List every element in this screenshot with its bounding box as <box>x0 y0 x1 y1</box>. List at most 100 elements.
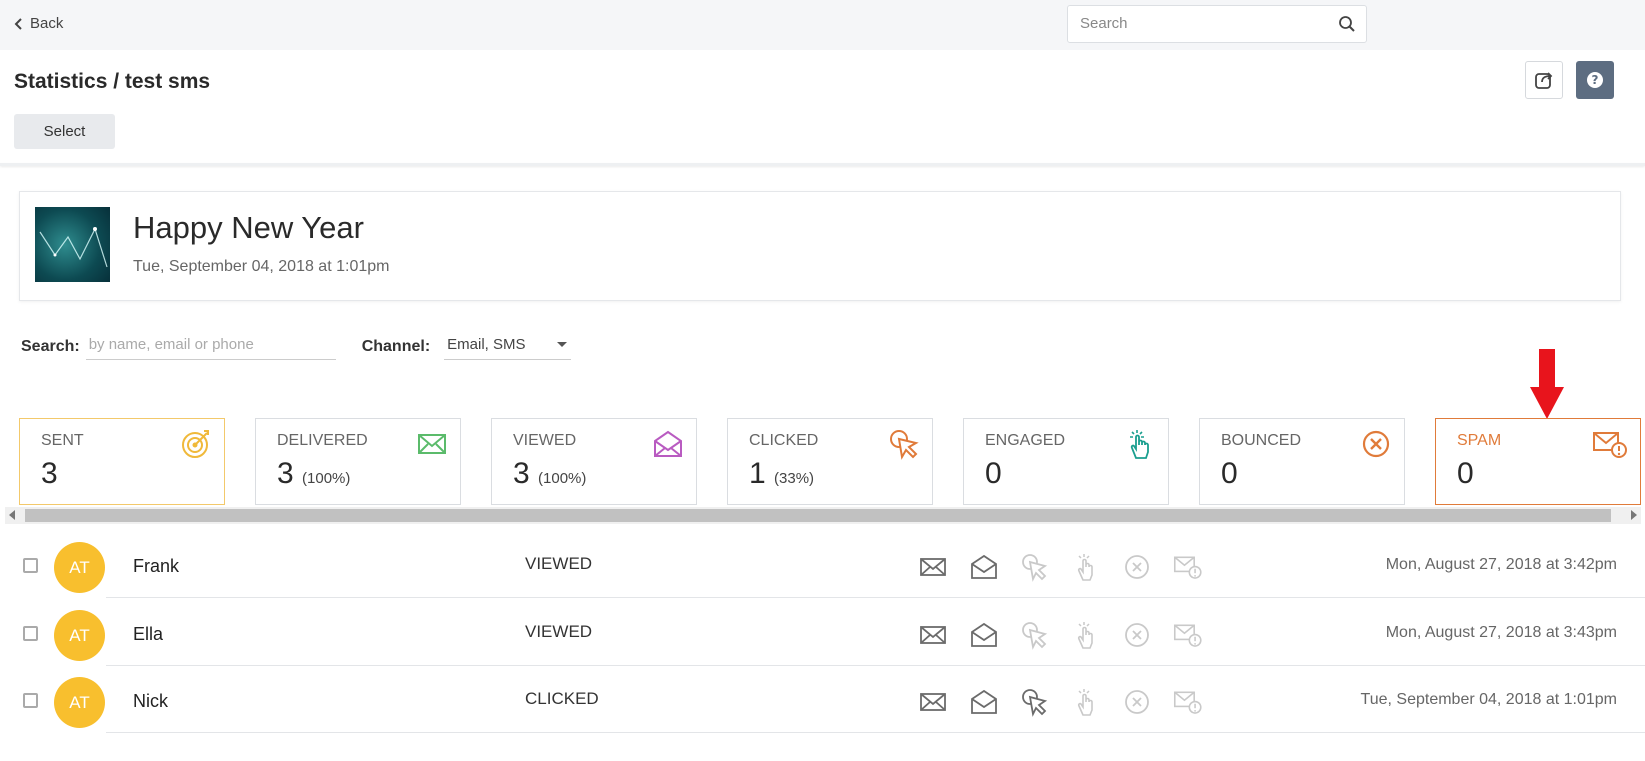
stat-card-bounced[interactable]: BOUNCED 0 <box>1199 418 1405 505</box>
recipient-status: VIEWED <box>525 554 593 573</box>
global-search[interactable] <box>1067 5 1367 43</box>
scrollbar-thumb[interactable] <box>25 509 1611 522</box>
envelope-alert-icon <box>1173 620 1203 650</box>
search-icon[interactable] <box>1338 15 1356 33</box>
envelope-alert-icon <box>1173 687 1203 717</box>
stat-label: DELIVERED <box>277 432 368 449</box>
campaign-date: Tue, September 04, 2018 at 1:01pm <box>133 258 390 275</box>
svg-text:?: ? <box>1592 73 1599 87</box>
recipient-status: VIEWED <box>525 622 593 641</box>
share-button[interactable] <box>1525 61 1563 99</box>
annotation-arrow-icon <box>1530 349 1564 419</box>
envelope-open-icon <box>969 552 999 582</box>
channel-value: Email, SMS <box>447 336 526 353</box>
question-icon: ? <box>1587 72 1603 88</box>
avatar-initials: AT <box>69 557 90 577</box>
chevron-left-icon <box>14 17 22 30</box>
back-button[interactable]: Back <box>14 15 63 32</box>
campaign-name: Happy New Year <box>133 210 364 245</box>
header-divider <box>0 163 1645 166</box>
recipient-search-input[interactable] <box>85 334 336 360</box>
cursor-click-icon <box>1020 687 1050 717</box>
envelope-alert-icon <box>1173 552 1203 582</box>
x-circle-icon <box>1122 620 1152 650</box>
campaign-card: Happy New Year Tue, September 04, 2018 a… <box>19 191 1621 301</box>
stat-card-viewed[interactable]: VIEWED 3 (100%) <box>491 418 697 505</box>
stat-label: SENT <box>41 432 84 449</box>
recipient-status: CLICKED <box>525 689 599 708</box>
search-filter-label: Search: <box>21 338 80 355</box>
stat-label: CLICKED <box>749 432 819 449</box>
stat-card-engaged[interactable]: ENGAGED 0 <box>963 418 1169 505</box>
channel-dropdown[interactable]: Email, SMS <box>444 334 572 360</box>
cursor-click-icon <box>890 430 919 460</box>
row-checkbox[interactable] <box>23 693 38 708</box>
stat-value: 0 <box>985 457 1002 490</box>
row-timestamp: Mon, August 27, 2018 at 3:43pm <box>1385 624 1617 641</box>
table-row[interactable]: AT Frank VIEWED Mon, August 27, 2018 at … <box>0 530 1645 598</box>
stat-label: ENGAGED <box>985 432 1066 449</box>
stat-value: 3 (100%) <box>513 457 587 490</box>
avatar-initials: AT <box>69 692 90 712</box>
stat-label: SPAM <box>1457 432 1502 449</box>
stat-value: 3 (100%) <box>277 457 351 490</box>
envelope-icon <box>918 620 948 650</box>
table-row[interactable]: AT Nick CLICKED Tue, September 04, 2018 … <box>0 665 1645 733</box>
stat-value: 3 <box>41 457 58 490</box>
envelope-open-icon <box>969 620 999 650</box>
envelope-icon <box>918 687 948 717</box>
scroll-left-icon[interactable] <box>9 510 15 520</box>
activity-icons <box>918 620 1203 650</box>
cursor-click-icon <box>1020 552 1050 582</box>
channel-filter-label: Channel: <box>361 338 431 355</box>
stat-label: VIEWED <box>513 432 577 449</box>
stat-label: BOUNCED <box>1221 432 1302 449</box>
cursor-click-icon <box>1020 620 1050 650</box>
avatar: AT <box>54 542 105 593</box>
global-search-input[interactable] <box>1080 15 1320 32</box>
back-label: Back <box>30 15 64 32</box>
row-checkbox[interactable] <box>23 558 38 573</box>
envelope-icon <box>918 552 948 582</box>
stat-card-clicked[interactable]: CLICKED 1 (33%) <box>727 418 933 505</box>
avatar-initials: AT <box>69 625 90 645</box>
scroll-right-icon[interactable] <box>1631 510 1637 520</box>
stat-card-delivered[interactable]: DELIVERED 3 (100%) <box>255 418 461 505</box>
activity-icons <box>918 687 1203 717</box>
top-bar: Back <box>0 0 1645 50</box>
stat-value: 0 <box>1457 457 1474 490</box>
hand-tap-icon <box>1071 552 1101 582</box>
hand-tap-icon <box>1071 687 1101 717</box>
target-icon <box>182 430 209 458</box>
avatar: AT <box>54 610 105 661</box>
envelope-alert-icon <box>1593 432 1627 458</box>
stat-card-sent[interactable]: SENT 3 <box>19 418 225 505</box>
envelope-icon <box>418 434 446 454</box>
hand-tap-icon <box>1130 430 1149 459</box>
recipient-name[interactable]: Frank <box>133 556 179 577</box>
row-checkbox[interactable] <box>23 626 38 641</box>
envelope-open-icon <box>969 687 999 717</box>
stat-value: 0 <box>1221 457 1238 490</box>
hand-tap-icon <box>1071 620 1101 650</box>
recipient-name[interactable]: Nick <box>133 691 168 712</box>
x-circle-icon <box>1362 430 1390 458</box>
stat-value: 1 (33%) <box>749 457 815 490</box>
x-circle-icon <box>1122 552 1152 582</box>
row-timestamp: Tue, September 04, 2018 at 1:01pm <box>1360 691 1617 708</box>
help-button[interactable]: ? <box>1576 61 1614 99</box>
stats-strip: SENT 3 DELIVERED 3 (100%) VIEWED 3 (100%… <box>19 418 1645 506</box>
horizontal-scrollbar[interactable] <box>5 507 1641 524</box>
avatar: AT <box>54 677 105 728</box>
row-divider <box>106 732 1645 733</box>
table-row[interactable]: AT Ella VIEWED Mon, August 27, 2018 at 3… <box>0 598 1645 666</box>
select-button[interactable]: Select <box>14 114 115 149</box>
page-title: Statistics / test sms <box>14 70 211 93</box>
caret-down-icon <box>557 341 568 347</box>
row-timestamp: Mon, August 27, 2018 at 3:42pm <box>1385 556 1617 573</box>
recipient-name[interactable]: Ella <box>133 624 163 645</box>
filter-bar: Search: Channel: Email, SMS <box>21 334 572 360</box>
stat-card-spam[interactable]: SPAM 0 <box>1435 418 1641 505</box>
x-circle-icon <box>1122 687 1152 717</box>
campaign-thumbnail <box>35 207 110 282</box>
